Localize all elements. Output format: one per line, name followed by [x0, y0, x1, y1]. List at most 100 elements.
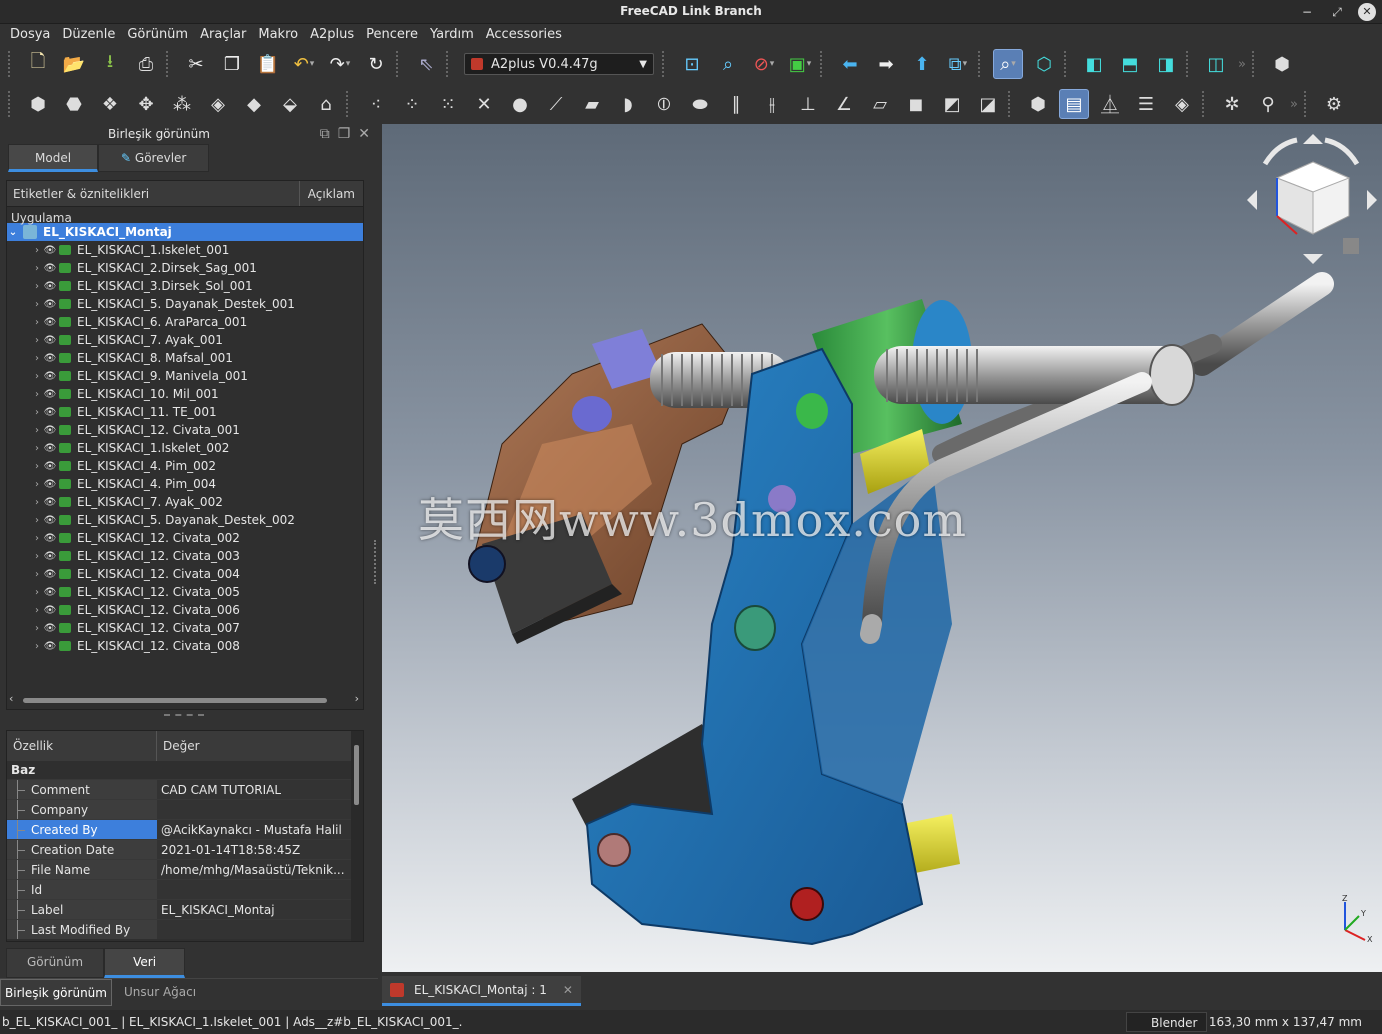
- property-editor[interactable]: Özellik Değer Baz Comment CAD CAM TUTORIA…: [6, 730, 364, 942]
- menu-macro[interactable]: Makro: [252, 24, 304, 46]
- menu-a2plus[interactable]: A2plus: [304, 24, 360, 46]
- tab-combo-view[interactable]: Birleşik görünüm: [0, 979, 112, 1006]
- more-tools-icon[interactable]: »: [1238, 57, 1246, 72]
- menu-accessories[interactable]: Accessories: [480, 24, 568, 46]
- float-icon[interactable]: ❐: [338, 126, 351, 142]
- auto-solve-icon[interactable]: ▤: [1059, 89, 1089, 119]
- isometric-view-icon[interactable]: ⬡: [1029, 49, 1059, 79]
- expand-icon[interactable]: ›: [31, 443, 43, 454]
- delete-constraint-icon[interactable]: ✕: [469, 89, 499, 119]
- expand-icon[interactable]: ›: [31, 389, 43, 400]
- close-button[interactable]: ✕: [1358, 3, 1376, 21]
- property-value[interactable]: [157, 880, 363, 899]
- delete-part-icon[interactable]: ⬙: [275, 89, 305, 119]
- property-row[interactable]: Company: [7, 799, 363, 819]
- visibility-eye-icon[interactable]: 👁: [43, 335, 57, 346]
- paste-icon[interactable]: 📋: [253, 49, 283, 79]
- expand-icon[interactable]: ›: [31, 317, 43, 328]
- flip-constraint-icon[interactable]: ⏅: [1095, 89, 1125, 119]
- fit-all-icon[interactable]: ⊡: [677, 49, 707, 79]
- tree-item[interactable]: › 👁 EL_KISKACI_4. Pim_002: [7, 457, 363, 475]
- expand-icon[interactable]: ›: [31, 641, 43, 652]
- scrollbar-thumb[interactable]: [354, 745, 359, 805]
- zoom-view-icon[interactable]: ⌕ ▾: [993, 49, 1023, 79]
- close-tab-icon[interactable]: ✕: [563, 983, 573, 997]
- front-view-icon[interactable]: ◧: [1079, 49, 1109, 79]
- navigation-cube[interactable]: [1247, 134, 1377, 264]
- visibility-eye-icon[interactable]: 👁: [43, 461, 57, 472]
- edit-part-icon[interactable]: ✥: [131, 89, 161, 119]
- expand-icon[interactable]: ›: [31, 605, 43, 616]
- property-value[interactable]: /home/mhg/Masaüstü/Teknik...: [157, 860, 363, 879]
- tree-item[interactable]: › 👁 EL_KISKACI_12. Civata_001: [7, 421, 363, 439]
- tree-item[interactable]: › 👁 EL_KISKACI_6. AraParca_001: [7, 313, 363, 331]
- refresh-icon[interactable]: ↻: [361, 49, 391, 79]
- expand-icon[interactable]: ›: [31, 587, 43, 598]
- visibility-eye-icon[interactable]: 👁: [43, 371, 57, 382]
- sphere-constraint-icon[interactable]: ●: [505, 89, 535, 119]
- scroll-left-icon[interactable]: ‹: [9, 692, 13, 705]
- tree-item[interactable]: › 👁 EL_KISKACI_12. Civata_003: [7, 547, 363, 565]
- tab-view[interactable]: Görünüm: [6, 948, 105, 978]
- perpendicular-icon[interactable]: ⊥: [793, 89, 823, 119]
- expand-icon[interactable]: ›: [31, 533, 43, 544]
- top-view-icon[interactable]: ⬒: [1115, 49, 1145, 79]
- tab-model[interactable]: Model: [8, 144, 99, 172]
- expand-icon[interactable]: ›: [31, 281, 43, 292]
- menu-view[interactable]: Görünüm: [121, 24, 194, 46]
- copy-icon[interactable]: ❐: [217, 49, 247, 79]
- measure-icon[interactable]: ◫: [1201, 49, 1231, 79]
- point-on-plane-icon[interactable]: ⁙: [433, 89, 463, 119]
- tree-item[interactable]: › 👁 EL_KISKACI_12. Civata_007: [7, 619, 363, 637]
- tree-item[interactable]: › 👁 EL_KISKACI_4. Pim_004: [7, 475, 363, 493]
- tree-item[interactable]: › 👁 EL_KISKACI_12. Civata_004: [7, 565, 363, 583]
- menu-file[interactable]: Dosya: [4, 24, 56, 46]
- expand-icon[interactable]: ›: [31, 623, 43, 634]
- part-icon[interactable]: ⬢: [1267, 49, 1297, 79]
- parallel-lines-icon[interactable]: ∥: [721, 89, 751, 119]
- property-value[interactable]: @AcikKaynakcı - Mustafa Halil: [157, 820, 363, 839]
- expand-icon[interactable]: ›: [31, 353, 43, 364]
- import-shape-icon[interactable]: ◆: [239, 89, 269, 119]
- expand-icon[interactable]: ›: [31, 515, 43, 526]
- menu-tools[interactable]: Araçlar: [194, 24, 252, 46]
- property-value[interactable]: EL_KISKACI_Montaj: [157, 900, 363, 919]
- minimize-button[interactable]: −: [1298, 3, 1316, 21]
- constraint-list-icon[interactable]: ☰: [1131, 89, 1161, 119]
- visibility-eye-icon[interactable]: 👁: [43, 569, 57, 580]
- back-arrow-icon[interactable]: ⬅: [835, 49, 865, 79]
- explode-icon[interactable]: ✲: [1217, 89, 1247, 119]
- expand-icon[interactable]: ›: [31, 245, 43, 256]
- undock-icon[interactable]: ⧉: [320, 126, 330, 142]
- property-row[interactable]: Comment CAD CAM TUTORIAL: [7, 779, 363, 799]
- panel-splitter[interactable]: [164, 714, 204, 716]
- angle-icon[interactable]: ∠: [829, 89, 859, 119]
- menu-window[interactable]: Pencere: [360, 24, 424, 46]
- move-part-icon[interactable]: ⁂: [167, 89, 197, 119]
- 3d-viewport[interactable]: Z Y X 莫西网www.3dmox.com: [382, 124, 1382, 972]
- menu-edit[interactable]: Düzenle: [56, 24, 121, 46]
- shape-ref-icon[interactable]: ⌂: [311, 89, 341, 119]
- expand-icon[interactable]: ⌄: [7, 227, 19, 238]
- tree-horizontal-scrollbar[interactable]: ‹ ›: [9, 692, 359, 705]
- point-on-line-icon[interactable]: ⁘: [397, 89, 427, 119]
- menu-help[interactable]: Yardım: [424, 24, 480, 46]
- circular-edge-icon[interactable]: ⟋: [541, 89, 571, 119]
- tree-item[interactable]: › 👁 EL_KISKACI_11. TE_001: [7, 403, 363, 421]
- solve-icon[interactable]: ⬢: [1023, 89, 1053, 119]
- visibility-eye-icon[interactable]: 👁: [43, 353, 57, 364]
- right-view-icon[interactable]: ◨: [1151, 49, 1181, 79]
- visibility-eye-icon[interactable]: 👁: [43, 389, 57, 400]
- tree-item[interactable]: › 👁 EL_KISKACI_7. Ayak_002: [7, 493, 363, 511]
- property-value[interactable]: CAD CAM TUTORIAL: [157, 780, 363, 799]
- visibility-eye-icon[interactable]: 👁: [43, 407, 57, 418]
- property-row[interactable]: Id: [7, 879, 363, 899]
- tree-root-item[interactable]: ⌄ EL_KISKACI_Montaj: [7, 223, 363, 241]
- open-folder-icon[interactable]: 📂: [59, 49, 89, 79]
- expand-icon[interactable]: ›: [31, 335, 43, 346]
- tab-tree-view[interactable]: Unsur Ağacı: [120, 979, 200, 1006]
- tree-header-description[interactable]: Açıklam: [300, 181, 363, 206]
- axis-parallel-icon[interactable]: ⬬: [685, 89, 715, 119]
- point-identity-icon[interactable]: ⁖: [361, 89, 391, 119]
- property-row[interactable]: Label EL_KISKACI_Montaj: [7, 899, 363, 919]
